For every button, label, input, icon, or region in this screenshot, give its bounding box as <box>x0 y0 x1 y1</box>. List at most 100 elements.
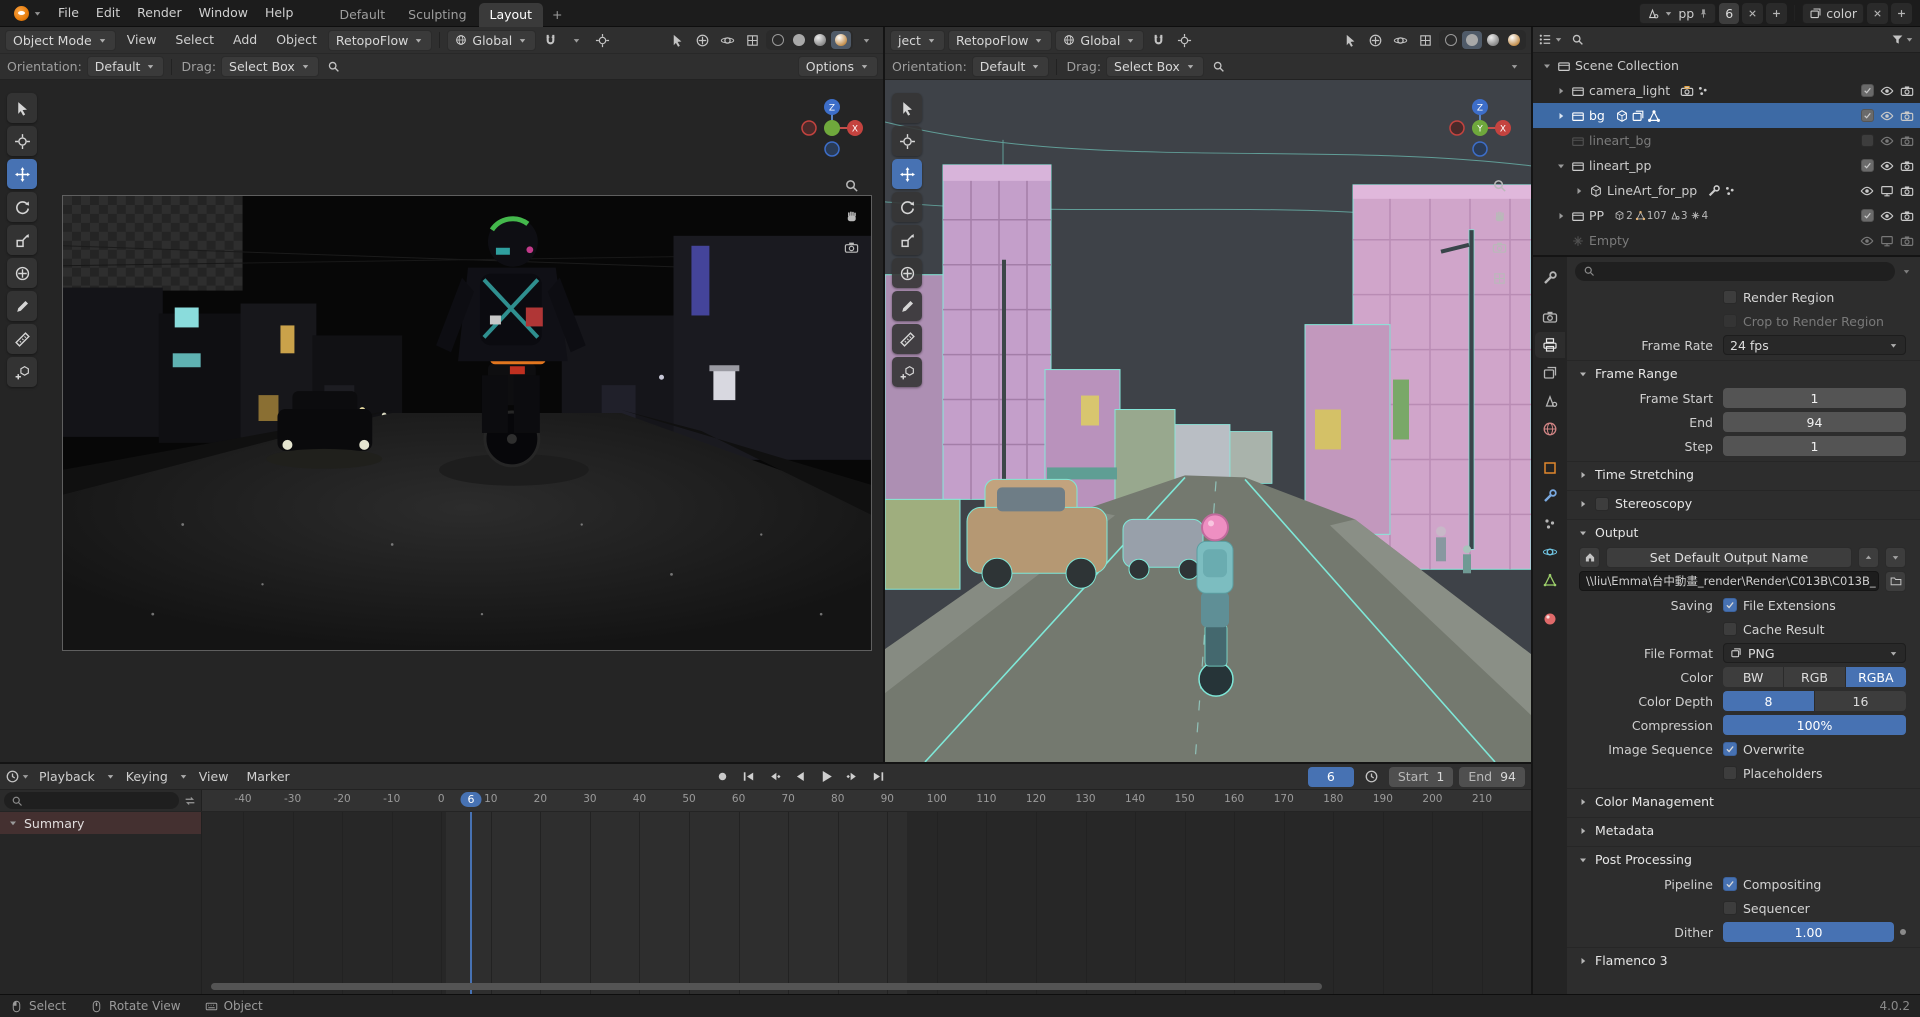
zoom-button[interactable] <box>1488 174 1510 196</box>
menu-edit[interactable]: Edit <box>88 3 128 23</box>
axis-gizmo[interactable]: Z X Y <box>1447 95 1513 161</box>
tab-world[interactable] <box>1535 416 1565 442</box>
frame-rate-dropdown[interactable]: 24 fps <box>1723 335 1906 355</box>
channel-search-input[interactable] <box>4 792 179 809</box>
tool-measure[interactable] <box>7 324 37 354</box>
tab-object[interactable] <box>1535 455 1565 481</box>
playhead[interactable] <box>470 812 472 994</box>
tool-transform[interactable] <box>892 258 922 288</box>
collection-checkbox[interactable] <box>1861 134 1874 147</box>
snap-settings-dropdown[interactable] <box>565 30 588 51</box>
tool-select-box[interactable] <box>7 93 37 123</box>
snap-toggle[interactable] <box>539 30 562 51</box>
menu-keying[interactable]: Keying <box>118 767 176 787</box>
compression-slider[interactable]: 100% <box>1723 715 1906 735</box>
zoom-button[interactable] <box>840 174 862 196</box>
outliner-item-pp[interactable]: PP 2 107 3 4 <box>1533 203 1920 228</box>
cache-result-checkbox[interactable] <box>1723 622 1737 636</box>
tab-render[interactable] <box>1535 304 1565 330</box>
proportional-edit-toggle[interactable] <box>1173 30 1196 51</box>
stereoscopy-section-header[interactable]: Stereoscopy <box>1567 490 1920 516</box>
workspace-tab-default[interactable]: Default <box>328 3 396 27</box>
tool-add-cube[interactable] <box>7 357 37 387</box>
frame-end-field[interactable]: End94 <box>1459 767 1525 787</box>
crop-to-render-region-checkbox[interactable] <box>1723 314 1737 328</box>
workspace-tab-layout[interactable]: Layout <box>479 3 544 27</box>
shading-material-button[interactable] <box>810 31 830 49</box>
menu-playback[interactable]: Playback <box>31 767 103 787</box>
jump-to-end-button[interactable] <box>867 767 891 787</box>
set-default-output-name-button[interactable]: Set Default Output Name <box>1606 547 1852 568</box>
viewport-left-canvas[interactable]: Z X <box>0 80 883 762</box>
tab-tool[interactable] <box>1535 265 1565 291</box>
tool-rotate[interactable] <box>7 192 37 222</box>
jump-to-start-button[interactable] <box>737 767 761 787</box>
search-icon[interactable] <box>1207 56 1230 77</box>
hide-eye-toggle[interactable] <box>1880 84 1894 98</box>
output-name-up-button[interactable] <box>1858 547 1879 568</box>
output-name-down-button[interactable] <box>1885 547 1906 568</box>
summary-channel[interactable]: Summary <box>0 812 201 834</box>
post-processing-section-header[interactable]: Post Processing <box>1567 846 1920 872</box>
pan-button[interactable] <box>840 205 862 227</box>
tool-rotate[interactable] <box>892 192 922 222</box>
timeline-ruler[interactable]: -40-30-20-100102030405060708090100110120… <box>0 790 1531 812</box>
depth-8-button[interactable]: 8 <box>1723 691 1815 711</box>
tab-object-data[interactable] <box>1535 567 1565 593</box>
timeline-tracks-area[interactable]: Summary <box>0 812 1531 994</box>
viewport-left[interactable]: Object Mode View Select Add Object Retop… <box>0 27 885 762</box>
output-path-field[interactable]: \\liu\Emma\台中動畫_render\Render\C013B\C013… <box>1579 571 1879 591</box>
menu-help[interactable]: Help <box>257 3 302 23</box>
playhead-frame-badge[interactable]: 6 <box>461 792 482 807</box>
disable-in-render-toggle[interactable] <box>1900 184 1914 198</box>
shading-solid-button[interactable] <box>789 31 809 49</box>
current-frame-field[interactable]: 6 <box>1308 767 1354 787</box>
tool-scale[interactable] <box>7 225 37 255</box>
play-button[interactable] <box>815 767 839 787</box>
outliner-item-lineart-for-pp[interactable]: LineArt_for_pp <box>1533 178 1920 203</box>
tab-physics[interactable] <box>1535 539 1565 565</box>
proportional-edit-toggle[interactable] <box>591 30 614 51</box>
menu-select[interactable]: Select <box>167 30 222 50</box>
xray-toggle[interactable] <box>1414 30 1437 51</box>
snap-toggle[interactable] <box>1147 30 1170 51</box>
viewport-right[interactable]: ject RetopoFlow Global <box>885 27 1531 762</box>
hide-eye-toggle[interactable] <box>1880 209 1894 223</box>
disable-in-viewport-toggle[interactable] <box>1880 184 1894 198</box>
tool-orientation-dropdown[interactable]: Default <box>87 56 165 77</box>
browse-folder-button[interactable] <box>1885 571 1906 592</box>
next-keyframe-button[interactable] <box>841 767 865 787</box>
tool-transform[interactable] <box>7 258 37 288</box>
menu-marker[interactable]: Marker <box>238 767 297 787</box>
tool-scale[interactable] <box>892 225 922 255</box>
axis-gizmo[interactable]: Z X <box>799 95 865 161</box>
outliner-item-scene-collection[interactable]: Scene Collection <box>1533 53 1920 78</box>
disable-in-render-toggle[interactable] <box>1900 84 1914 98</box>
tab-modifiers[interactable] <box>1535 483 1565 509</box>
outliner-search-button[interactable] <box>1566 29 1589 50</box>
animate-property-dot[interactable] <box>1900 929 1906 935</box>
tool-add-cube[interactable] <box>892 357 922 387</box>
pan-button[interactable] <box>1488 205 1510 227</box>
outliner-item-empty[interactable]: Empty <box>1533 228 1920 253</box>
shading-rendered-button[interactable] <box>1504 31 1524 49</box>
header-overflow-dropdown[interactable] <box>1503 56 1526 77</box>
time-stretching-section-header[interactable]: Time Stretching <box>1567 461 1920 487</box>
mode-dropdown[interactable]: Object Mode <box>5 30 116 51</box>
gizmos-toggle[interactable] <box>691 30 714 51</box>
menu-view[interactable]: View <box>119 30 165 50</box>
overwrite-checkbox[interactable] <box>1723 742 1737 756</box>
disable-in-viewport-toggle[interactable] <box>1880 234 1894 248</box>
camera-view-button[interactable] <box>1488 236 1510 258</box>
home-output-button[interactable] <box>1579 547 1600 568</box>
outliner-item-lineart-pp[interactable]: lineart_pp <box>1533 153 1920 178</box>
hide-eye-toggle[interactable] <box>1880 159 1894 173</box>
frame-start-field[interactable]: 1 <box>1723 388 1906 408</box>
outliner-item-bg[interactable]: bg <box>1533 103 1920 128</box>
frame-end-field[interactable]: 94 <box>1723 412 1906 432</box>
gizmos-toggle[interactable] <box>1364 30 1387 51</box>
collection-checkbox[interactable] <box>1861 159 1874 172</box>
color-rgba-button[interactable]: RGBA <box>1846 667 1906 687</box>
menu-view[interactable]: View <box>191 767 237 787</box>
metadata-section-header[interactable]: Metadata <box>1567 817 1920 843</box>
